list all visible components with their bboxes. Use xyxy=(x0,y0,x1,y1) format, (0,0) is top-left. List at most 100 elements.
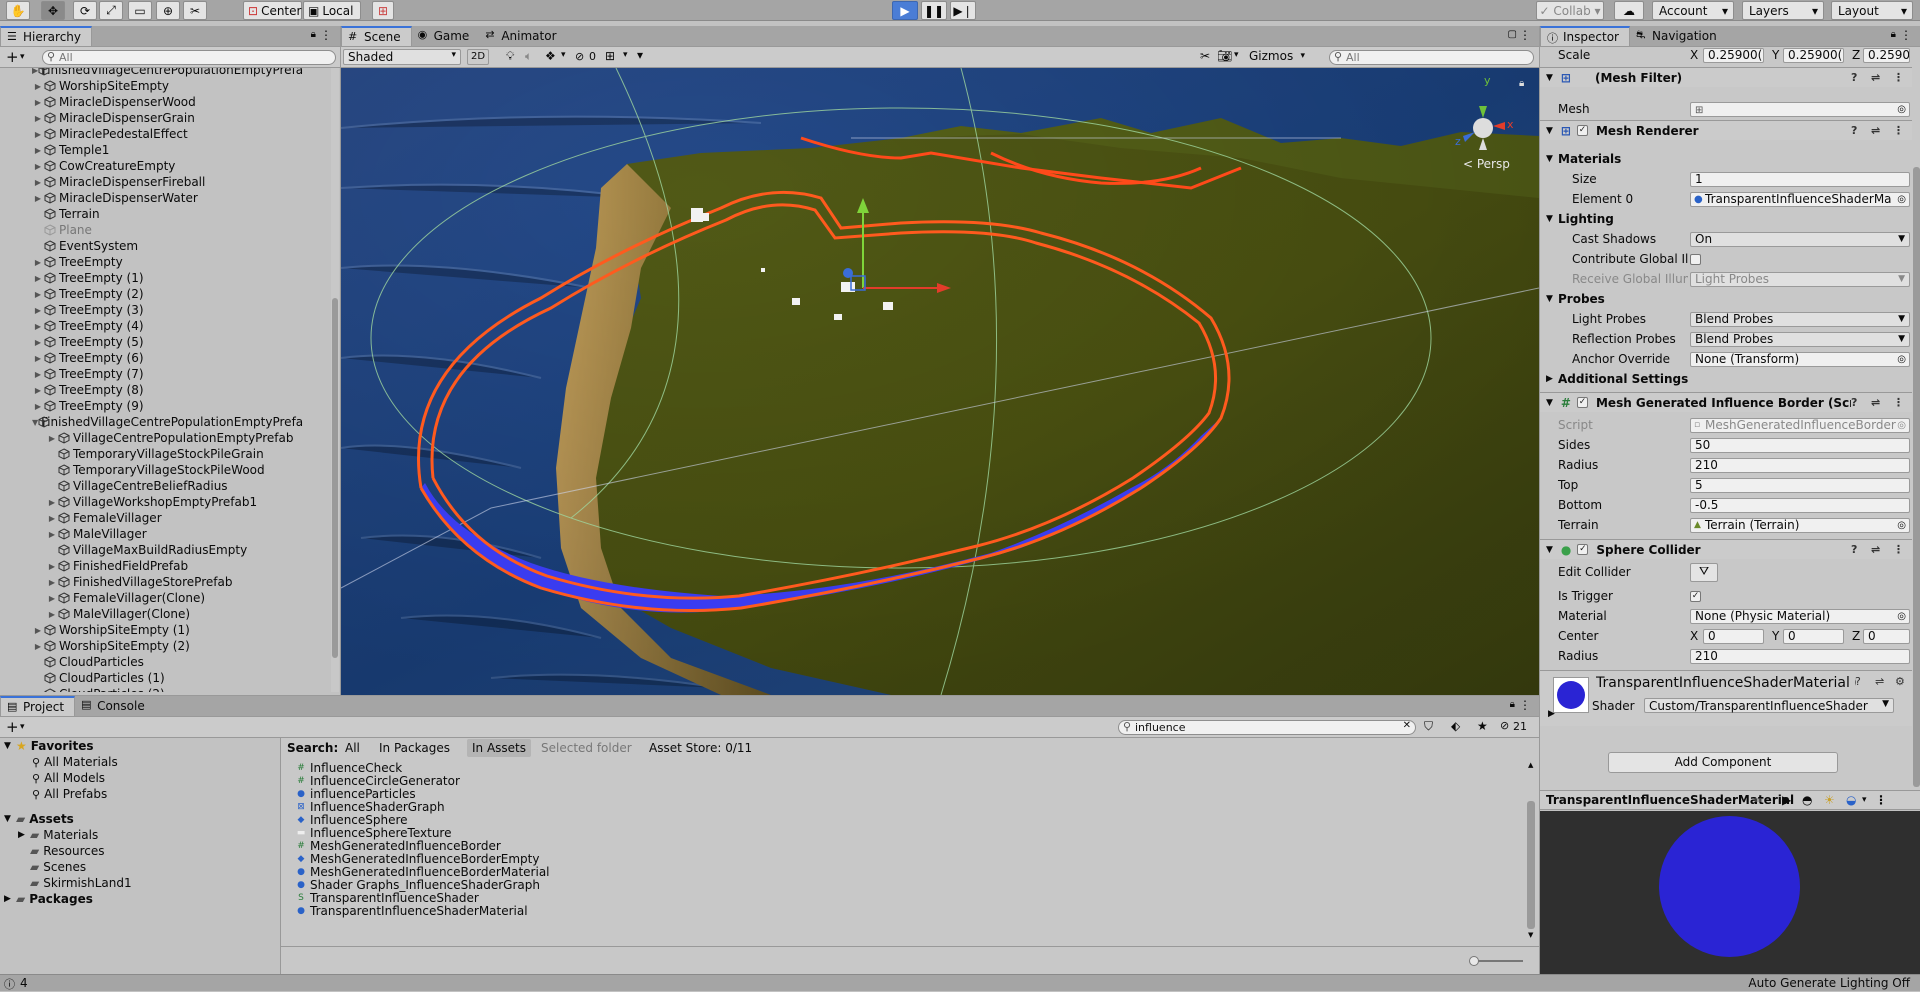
edit-collider-icon[interactable]: ⛛ xyxy=(1690,562,1718,582)
probes-foldout[interactable]: ▼ Probes xyxy=(1540,291,1912,307)
help-icon[interactable]: ? xyxy=(1851,543,1857,556)
results-scrollbar[interactable]: ▲ ▼ xyxy=(1526,759,1536,944)
fold-arrow-icon[interactable]: ▶ xyxy=(32,130,44,139)
kebab-menu-icon[interactable]: ⋮ xyxy=(1875,791,1887,809)
fold-arrow-icon[interactable]: ▶ xyxy=(32,114,44,123)
fold-arrow-icon[interactable]: ▶ xyxy=(32,258,44,267)
hierarchy-item[interactable]: ▶ TreeEmpty (6) xyxy=(32,350,304,366)
hierarchy-item[interactable]: ▶ WorshipSiteEmpty xyxy=(32,78,304,94)
hierarchy-item[interactable]: TemporaryVillageStockPileWood xyxy=(32,462,304,478)
draw-mode-dropdown[interactable]: Shaded ▾ xyxy=(343,49,461,65)
fold-arrow-icon[interactable]: ▶ xyxy=(46,498,58,507)
asset-result-item[interactable]: ⊠ InfluenceShaderGraph xyxy=(295,800,444,814)
packages-foldout[interactable]: ▶ ▰ Packages xyxy=(4,891,93,907)
gizmos-dropdown[interactable]: Gizmos ▾ xyxy=(1249,49,1305,65)
rotate-tool-icon[interactable]: ⟳ xyxy=(73,1,97,20)
hierarchy-item[interactable]: ▶ VillageWorkshopEmptyPrefab1 xyxy=(32,494,304,510)
dropdown-box-icon[interactable]: ▾ xyxy=(637,48,643,62)
enabled-checkbox[interactable]: ✓ xyxy=(1576,125,1588,136)
lock-icon[interactable]: 🔒︎ xyxy=(1510,699,1515,710)
inspector-scrollbar-thumb[interactable] xyxy=(1913,167,1920,787)
auto-lighting-status[interactable]: Auto Generate Lighting Off xyxy=(1748,976,1910,990)
perspective-label[interactable]: < Persp xyxy=(1463,157,1510,171)
sides-field[interactable]: 50 xyxy=(1690,437,1910,453)
preview-shape-icon[interactable]: ◓ xyxy=(1802,791,1812,809)
folder-scenes[interactable]: ▰ Scenes xyxy=(30,859,86,875)
layers-dropdown[interactable]: Layers ▾ xyxy=(1742,1,1824,20)
hierarchy-item[interactable]: TemporaryVillageStockPileGrain xyxy=(32,446,304,462)
object-picker-icon[interactable]: ◎ xyxy=(1897,192,1906,206)
filter-in-assets[interactable]: In Assets xyxy=(467,739,532,757)
chevron-down-icon[interactable]: ▾ xyxy=(1862,791,1867,809)
scroll-up-icon[interactable]: ▲ xyxy=(1528,761,1533,769)
hierarchy-item[interactable]: ▶ MaleVillager(Clone) xyxy=(32,606,304,622)
create-plus-icon[interactable]: + xyxy=(6,718,19,736)
light-probes-dropdown[interactable]: Blend Probes ▼ xyxy=(1690,311,1910,327)
folder-materials[interactable]: ▶ ▰ Materials xyxy=(18,827,98,843)
collider-material-field[interactable]: None (Physic Material) ◎ xyxy=(1690,608,1910,624)
chevron-down-icon[interactable]: ▾ xyxy=(623,50,628,60)
fold-arrow-icon[interactable]: ▶ xyxy=(32,354,44,363)
kebab-menu-icon[interactable]: ⋮ xyxy=(1900,28,1912,42)
center-z-field[interactable]: 0 xyxy=(1863,628,1910,644)
asset-result-item[interactable]: ● Shader Graphs_InfluenceShaderGraph xyxy=(295,878,540,892)
fold-arrow-icon[interactable]: ▶ xyxy=(46,578,58,587)
rect-tool-icon[interactable]: ▭ xyxy=(128,1,152,20)
pause-button[interactable]: ❚❚ xyxy=(921,1,947,20)
filter-type-icon[interactable]: ⛉ xyxy=(1424,719,1433,734)
preset-icon[interactable]: ⇌ xyxy=(1871,124,1880,137)
scale-y-field[interactable]: 0.25900( xyxy=(1783,47,1844,63)
hierarchy-item[interactable]: VillageMaxBuildRadiusEmpty xyxy=(32,542,304,558)
bottom-field[interactable]: -0.5 xyxy=(1690,497,1910,513)
hierarchy-item[interactable]: VillageCentreBeliefRadius xyxy=(32,478,304,494)
hierarchy-item[interactable]: ▶ TreeEmpty (4) xyxy=(32,318,304,334)
folder-skirmishland1[interactable]: ▰ SkirmishLand1 xyxy=(30,875,132,891)
favorite-all-materials[interactable]: ⚲ All Materials xyxy=(32,754,118,770)
scale-z-field[interactable]: 0.25900( xyxy=(1863,47,1910,63)
favorite-all-prefabs[interactable]: ⚲ All Prefabs xyxy=(32,786,107,802)
hierarchy-item[interactable]: ▶ FinishedFieldPrefab xyxy=(32,558,304,574)
fold-arrow-icon[interactable]: ▶ xyxy=(32,370,44,379)
hierarchy-item-cutoff[interactable]: ▶ FinishedVillageCentrePopulationEmptyPre… xyxy=(32,68,304,78)
enabled-checkbox[interactable]: ✓ xyxy=(1576,397,1588,408)
hierarchy-item[interactable]: ▶ MiracleDispenserFireball xyxy=(32,174,304,190)
fold-arrow-icon[interactable]: ▶ xyxy=(46,434,58,443)
filter-in-packages[interactable]: In Packages xyxy=(375,741,454,755)
hierarchy-item[interactable]: ▶ MiracleDispenserGrain xyxy=(32,110,304,126)
assets-foldout[interactable]: ▼ ▰ Assets xyxy=(4,811,74,827)
hierarchy-item[interactable]: ▶ MiraclePedestalEffect xyxy=(32,126,304,142)
tab-game[interactable]: ◉ Game xyxy=(412,26,480,46)
asset-result-item[interactable]: # InfluenceCheck xyxy=(295,761,402,775)
asset-result-item[interactable]: ● influenceParticles xyxy=(295,787,416,801)
help-icon[interactable]: ? xyxy=(1851,71,1857,84)
scale-tool-icon[interactable]: ⤢ xyxy=(99,1,123,20)
snap-icon[interactable]: ⊞ xyxy=(372,1,394,20)
drag-handle-icon[interactable]: ═ xyxy=(1755,791,1762,809)
folder-resources[interactable]: ▰ Resources xyxy=(30,843,105,859)
hierarchy-item[interactable]: ▶ WorshipSiteEmpty (2) xyxy=(32,638,304,654)
fold-arrow-icon[interactable]: ▶ xyxy=(32,146,44,155)
scene-viewport[interactable]: y x z < Persp 🔒︎ xyxy=(341,68,1539,695)
asset-result-item[interactable]: # MeshGeneratedInfluenceBorder xyxy=(295,839,501,853)
play-button[interactable]: ▶ xyxy=(892,1,918,20)
shader-dropdown[interactable]: Custom/TransparentInfluenceShader ▼ xyxy=(1644,698,1894,713)
chevron-down-icon[interactable]: ▾ xyxy=(1234,50,1239,60)
hand-tool-icon[interactable]: ✋ xyxy=(6,1,30,20)
kebab-menu-icon[interactable]: ⋮ xyxy=(1893,396,1904,409)
step-button[interactable]: ▶❘ xyxy=(950,1,976,20)
is-trigger-checkbox[interactable]: ✓ xyxy=(1690,590,1701,602)
hierarchy-item[interactable]: ▶ TreeEmpty (8) xyxy=(32,382,304,398)
object-picker-icon[interactable]: ◎ xyxy=(1897,610,1906,623)
fold-arrow-icon[interactable]: ▶ xyxy=(32,98,44,107)
effects-icon[interactable]: ❖ xyxy=(545,49,556,63)
kebab-menu-icon[interactable]: ⋮ xyxy=(1893,124,1904,137)
enabled-checkbox[interactable]: ✓ xyxy=(1577,544,1589,555)
influence-border-header[interactable]: ▼ # ✓ Mesh Generated Influence Border (S… xyxy=(1540,392,1912,412)
favorite-all-models[interactable]: ⚲ All Models xyxy=(32,770,105,786)
mesh-field[interactable]: ⊞ ◎ xyxy=(1690,101,1910,117)
preset-icon[interactable]: ⇌ xyxy=(1875,675,1884,688)
maximize-icon[interactable]: ▢ xyxy=(1508,29,1517,40)
cast-shadows-dropdown[interactable]: On ▼ xyxy=(1690,231,1910,247)
hierarchy-item[interactable]: Plane xyxy=(32,222,304,238)
fold-arrow-icon[interactable]: ▶ xyxy=(32,194,44,203)
